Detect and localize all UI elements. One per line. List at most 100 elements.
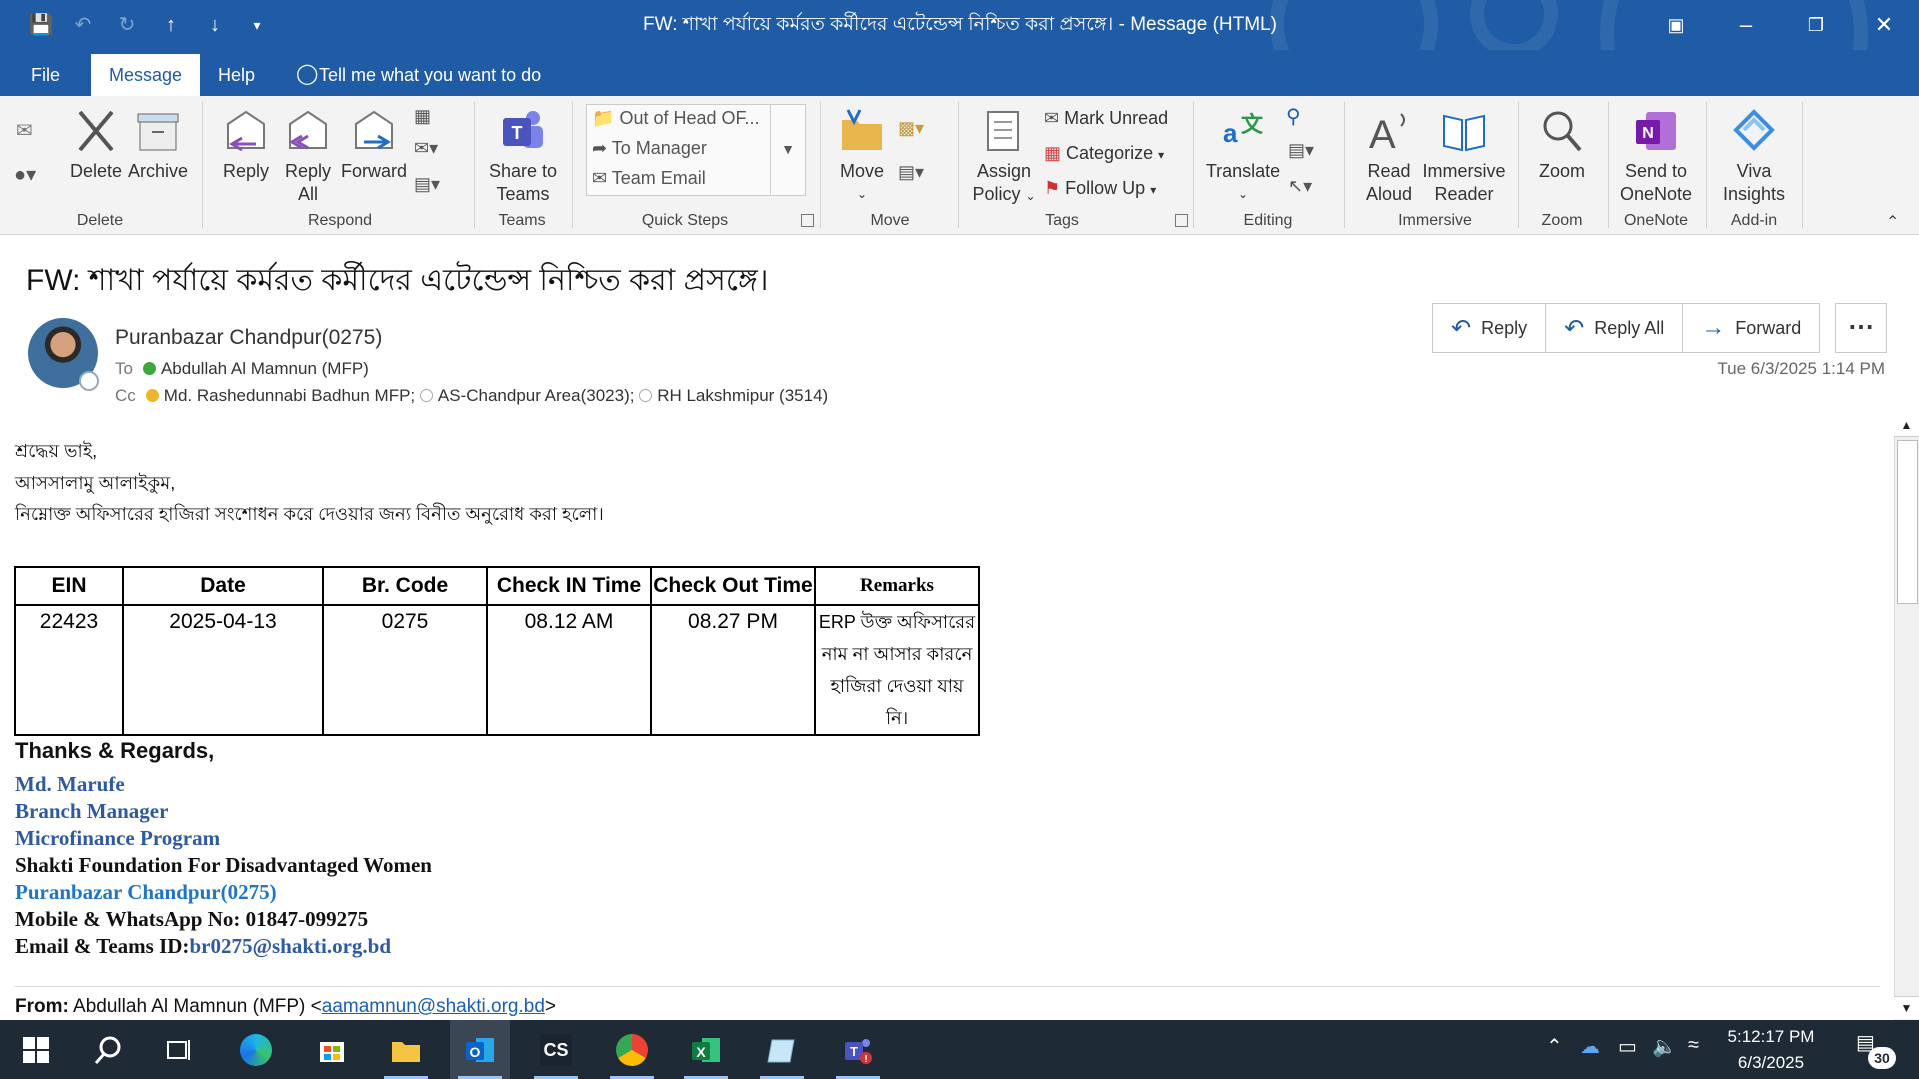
find-icon[interactable]: ⚲ — [1286, 104, 1312, 130]
related-icon[interactable]: ▤▾ — [1288, 140, 1328, 166]
salam-text: আসসালামু আলাইকুম, — [15, 473, 176, 493]
onenote-icon: N — [1636, 112, 1676, 150]
signature-email-link[interactable]: br0275@shakti.org.bd — [189, 934, 391, 958]
scroll-down-icon[interactable]: ▼ — [1894, 996, 1919, 1019]
menu-message[interactable]: Message — [91, 54, 201, 96]
cc-recipient[interactable]: RH Lakshmipur (3514) — [657, 386, 828, 405]
follow-up-button[interactable]: ⚑ Follow Up ▾ — [1044, 176, 1156, 202]
show-hidden-icons-icon[interactable]: ⌃ — [1546, 1034, 1563, 1059]
battery-icon[interactable]: ▭ — [1618, 1034, 1637, 1059]
categorize-button[interactable]: ▦ Categorize ▾ — [1044, 141, 1164, 167]
chrome-icon[interactable] — [602, 1020, 662, 1079]
store-icon[interactable] — [302, 1020, 362, 1079]
undo-icon[interactable]: ↶ — [70, 12, 96, 38]
cs-app-icon[interactable]: CS — [526, 1020, 586, 1079]
chevron-down-icon: ▾ — [1150, 183, 1157, 197]
forward-button[interactable]: → Forward — [1683, 304, 1819, 352]
up-arrow-icon[interactable]: ↑ — [158, 12, 184, 38]
quick-step-out-of-head[interactable]: 📁 Out of Head OF... — [592, 106, 760, 130]
clock[interactable]: 5:12:17 PM 6/3/2025 — [1716, 1024, 1826, 1076]
save-icon[interactable]: 💾 — [28, 12, 54, 38]
immersive-reader-button[interactable]: Immersive Reader — [1420, 106, 1508, 206]
viva-insights-icon — [1733, 109, 1775, 151]
archive-button[interactable]: Archive — [128, 106, 188, 183]
redo-icon[interactable]: ↻ — [114, 12, 140, 38]
more-respond-icon[interactable]: ▤▾ — [414, 174, 454, 200]
assign-label-2: Policy ⌄ — [972, 184, 1036, 204]
send-to-onenote-button[interactable]: N Send to OneNote — [1614, 106, 1698, 206]
search-icon[interactable] — [78, 1020, 138, 1079]
cc-recipient[interactable]: Md. Rashedunnabi Badhun MFP; — [164, 386, 415, 405]
scroll-up-icon[interactable]: ▲ — [1894, 414, 1919, 437]
junk-icon[interactable]: ●▾ — [14, 162, 54, 188]
sender-name[interactable]: Puranbazar Chandpur(0275) — [115, 326, 382, 350]
tags-launcher[interactable] — [1175, 214, 1188, 227]
zoom-icon — [1543, 111, 1582, 152]
customize-icon[interactable]: ▾ — [244, 12, 270, 38]
onedrive-error-icon[interactable]: ☁ — [1580, 1034, 1600, 1059]
cc-recipient[interactable]: AS-Chandpur Area(3023); — [438, 386, 635, 405]
reply-icon — [227, 110, 265, 152]
divider — [14, 986, 1880, 987]
restore-button[interactable]: ❐ — [1794, 8, 1838, 42]
to-recipient[interactable]: Abdullah Al Mamnun (MFP) — [161, 359, 369, 378]
signature-mobile: Mobile & WhatsApp No: 01847-099275 — [15, 907, 369, 931]
from-email-link[interactable]: aamamnun@shakti.org.bd — [322, 996, 545, 1017]
remarks-line: হাজিরা দেওয়া যায় নি। — [830, 676, 964, 728]
reply-button[interactable]: ↶ Reply — [1433, 304, 1547, 352]
mark-unread-label: Mark Unread — [1064, 108, 1169, 128]
flag-icon: ⚑ — [1044, 178, 1061, 198]
quick-steps-launcher[interactable] — [801, 214, 814, 227]
signature-branch: Puranbazar Chandpur(0275) — [15, 880, 277, 904]
menu-file[interactable]: File — [13, 54, 78, 96]
file-explorer-icon[interactable] — [376, 1020, 436, 1079]
scrollbar-thumb[interactable] — [1897, 440, 1918, 604]
zoom-button[interactable]: Zoom — [1530, 106, 1594, 183]
quick-step-to-manager[interactable]: ➦ To Manager — [592, 136, 707, 160]
actions-icon[interactable]: ▤▾ — [898, 162, 938, 188]
network-icon[interactable]: ≈ — [1688, 1034, 1699, 1057]
reply-ribbon-button[interactable]: Reply — [216, 106, 276, 183]
volume-icon[interactable]: 🔈 — [1652, 1034, 1677, 1059]
minimize-button[interactable]: – — [1724, 8, 1768, 42]
forward-ribbon-button[interactable]: Forward — [340, 106, 408, 183]
reply-all-label: Reply All — [1594, 317, 1665, 338]
from-name: Abdullah Al Mamnun (MFP) < — [68, 996, 322, 1017]
mark-unread-button[interactable]: ✉ Mark Unread — [1044, 106, 1168, 130]
task-view-icon[interactable] — [148, 1020, 208, 1079]
ribbon-display-icon[interactable]: ▣ — [1654, 8, 1698, 42]
menu-help[interactable]: Help — [200, 54, 273, 96]
im-icon[interactable]: ✉▾ — [414, 138, 454, 164]
message-subject: FW: শাখা পর্যায়ে কর্মরত কর্মীদের এটেন্ড… — [26, 264, 769, 297]
windows-start-icon[interactable] — [6, 1020, 66, 1079]
excel-icon[interactable]: X — [676, 1020, 736, 1079]
meeting-icon[interactable]: ▦ — [414, 106, 444, 132]
quick-step-team-email[interactable]: ✉ Team Email — [592, 166, 706, 190]
tell-me-search[interactable]: Tell me what you want to do — [319, 54, 541, 96]
collapse-ribbon-icon[interactable]: ⌃ — [1886, 212, 1899, 232]
categorize-label: Categorize — [1066, 143, 1154, 163]
reply-all-button[interactable]: ↶ Reply All — [1546, 304, 1684, 352]
assign-policy-button[interactable]: Assign Policy ⌄ — [968, 106, 1040, 208]
read-aloud-button[interactable]: A Read Aloud — [1358, 106, 1420, 206]
delete-button[interactable]: Delete — [66, 106, 126, 183]
ignore-icon[interactable]: ✉ — [16, 118, 42, 144]
outlook-icon[interactable]: O — [450, 1020, 510, 1079]
rules-icon[interactable]: ▩▾ — [898, 118, 938, 144]
forward-ribbon-label: Forward — [340, 161, 407, 181]
notepad-icon[interactable] — [752, 1020, 812, 1079]
onenote-label-1: Send to — [1624, 161, 1688, 181]
teams-taskbar-icon[interactable]: T! — [828, 1020, 888, 1079]
from-label: From: — [15, 996, 69, 1017]
close-button[interactable]: ✕ — [1862, 8, 1906, 42]
viva-insights-button[interactable]: Viva Insights — [1716, 106, 1792, 206]
more-actions-button[interactable]: ⋯ — [1835, 303, 1887, 353]
select-icon[interactable]: ↖▾ — [1288, 176, 1328, 202]
translate-button[interactable]: a文 Translate ⌄ — [1203, 106, 1283, 206]
quick-steps-more-button[interactable]: ▼ — [770, 104, 805, 194]
edge-icon[interactable] — [226, 1020, 286, 1079]
move-button[interactable]: Move ⌄ — [830, 106, 894, 206]
reply-all-ribbon-button[interactable]: Reply All — [278, 106, 338, 206]
down-arrow-icon[interactable]: ↓ — [202, 12, 228, 38]
share-to-teams-button[interactable]: T Share to Teams — [486, 106, 560, 206]
